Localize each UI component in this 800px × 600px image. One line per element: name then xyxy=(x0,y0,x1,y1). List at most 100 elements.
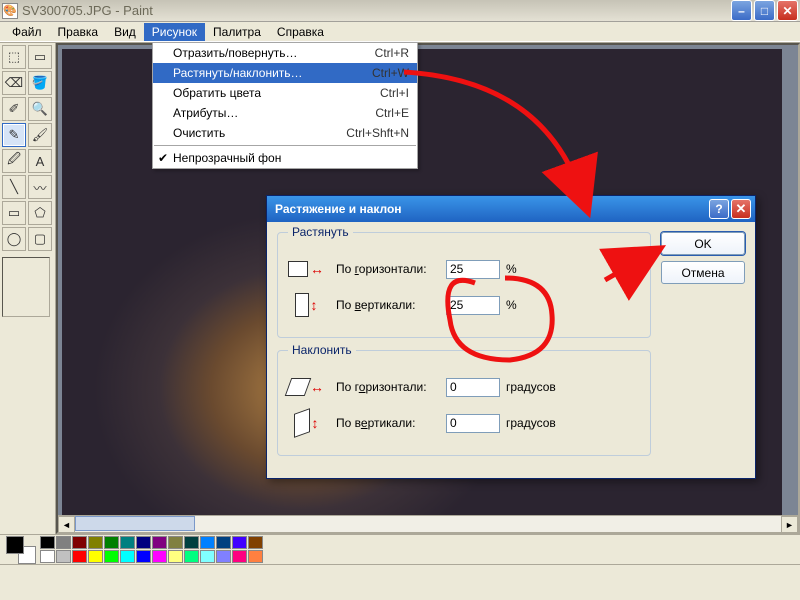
dialog-help-button[interactable]: ? xyxy=(709,199,729,219)
menu-image[interactable]: Рисунок xyxy=(144,23,205,41)
tool-12[interactable]: ▭ xyxy=(2,201,26,225)
maximize-button[interactable]: □ xyxy=(754,0,775,21)
color-swatch[interactable] xyxy=(200,550,215,563)
color-swatch[interactable] xyxy=(232,550,247,563)
tool-13[interactable]: ⬠ xyxy=(28,201,52,225)
color-swatch[interactable] xyxy=(56,536,71,549)
tool-2[interactable]: ⌫ xyxy=(2,71,26,95)
skew-vertical-input[interactable] xyxy=(446,414,500,433)
skew-horiz-label: По горизонтали: xyxy=(336,380,446,394)
tool-5[interactable]: 🔍 xyxy=(28,97,52,121)
color-swatch[interactable] xyxy=(120,550,135,563)
stretch-horizontal-input[interactable] xyxy=(446,260,500,279)
color-swatch[interactable] xyxy=(104,550,119,563)
tool-options xyxy=(2,257,50,317)
color-swatch[interactable] xyxy=(248,550,263,563)
tool-8[interactable]: 🖉 xyxy=(2,149,26,173)
menu-item-invert-colors[interactable]: Обратить цветаCtrl+I xyxy=(153,83,417,103)
color-swatch[interactable] xyxy=(152,550,167,563)
color-swatch[interactable] xyxy=(216,550,231,563)
stretch-legend: Растянуть xyxy=(288,225,353,239)
color-palette xyxy=(0,534,800,564)
skew-vertical-icon xyxy=(294,408,310,438)
tool-9[interactable]: A xyxy=(28,149,52,173)
tool-10[interactable]: ╲ xyxy=(2,175,26,199)
color-swatch[interactable] xyxy=(184,536,199,549)
color-swatch[interactable] xyxy=(40,536,55,549)
dialog-titlebar[interactable]: Растяжение и наклон ? ✕ xyxy=(267,196,755,222)
tool-1[interactable]: ▭ xyxy=(28,45,52,69)
dialog-close-button[interactable]: ✕ xyxy=(731,199,751,219)
color-swatch[interactable] xyxy=(104,536,119,549)
color-swatch[interactable] xyxy=(152,536,167,549)
status-bar xyxy=(0,564,800,584)
color-swatch[interactable] xyxy=(72,536,87,549)
skew-group: Наклонить ↔ По горизонтали: градусов ↕ П… xyxy=(277,350,651,456)
stretch-vert-label: По вертикали: xyxy=(336,298,446,312)
window-titlebar: 🎨 SV300705.JPG - Paint – □ ✕ xyxy=(0,0,800,22)
color-swatch[interactable] xyxy=(56,550,71,563)
fg-bg-indicator[interactable] xyxy=(6,536,36,564)
skew-legend: Наклонить xyxy=(288,343,356,357)
percent-unit: % xyxy=(506,298,517,312)
scroll-left-button[interactable]: ◄ xyxy=(58,516,75,533)
image-menu-dropdown: Отразить/повернуть…Ctrl+R Растянуть/накл… xyxy=(152,42,418,169)
color-swatch[interactable] xyxy=(136,550,151,563)
stretch-group: Растянуть ↔ По горизонтали: % ↕ По верти… xyxy=(277,232,651,338)
scroll-right-button[interactable]: ► xyxy=(781,516,798,533)
color-swatch[interactable] xyxy=(88,536,103,549)
stretch-horiz-label: По горизонтали: xyxy=(336,262,446,276)
menu-palette[interactable]: Палитра xyxy=(205,23,269,41)
color-swatch[interactable] xyxy=(136,536,151,549)
menu-item-stretch-skew[interactable]: Растянуть/наклонить…Ctrl+W xyxy=(153,63,417,83)
dialog-title: Растяжение и наклон xyxy=(271,202,707,216)
tool-4[interactable]: ✐ xyxy=(2,97,26,121)
menu-help[interactable]: Справка xyxy=(269,23,332,41)
color-swatch[interactable] xyxy=(184,550,199,563)
percent-unit: % xyxy=(506,262,517,276)
color-swatch[interactable] xyxy=(168,536,183,549)
menu-view[interactable]: Вид xyxy=(106,23,144,41)
tool-14[interactable]: ◯ xyxy=(2,227,26,251)
window-title: SV300705.JPG - Paint xyxy=(22,3,731,18)
menu-item-clear[interactable]: ОчиститьCtrl+Shft+N xyxy=(153,123,417,143)
tool-11[interactable]: 〰 xyxy=(28,175,52,199)
color-swatch[interactable] xyxy=(72,550,87,563)
ok-button[interactable]: OK xyxy=(661,232,745,255)
color-swatch[interactable] xyxy=(168,550,183,563)
color-swatch[interactable] xyxy=(248,536,263,549)
menu-file[interactable]: Файл xyxy=(4,23,50,41)
stretch-vertical-icon xyxy=(295,293,309,317)
menu-edit[interactable]: Правка xyxy=(50,23,107,41)
tool-7[interactable]: 🖌 xyxy=(28,123,52,147)
color-swatch[interactable] xyxy=(120,536,135,549)
color-swatch[interactable] xyxy=(40,550,55,563)
scroll-thumb[interactable] xyxy=(75,516,195,531)
minimize-button[interactable]: – xyxy=(731,0,752,21)
color-swatch[interactable] xyxy=(200,536,215,549)
color-swatch[interactable] xyxy=(232,536,247,549)
skew-vert-label: По вертикали: xyxy=(336,416,446,430)
menu-item-opaque-bg[interactable]: ✔Непрозрачный фон xyxy=(153,148,417,168)
tool-3[interactable]: 🪣 xyxy=(28,71,52,95)
horizontal-scrollbar[interactable]: ◄ ► xyxy=(58,515,798,532)
skew-horizontal-icon xyxy=(285,378,312,396)
stretch-horizontal-icon xyxy=(288,261,308,277)
menubar: Файл Правка Вид Рисунок Палитра Справка xyxy=(0,22,800,42)
stretch-vertical-input[interactable] xyxy=(446,296,500,315)
menu-item-attributes[interactable]: Атрибуты…Ctrl+E xyxy=(153,103,417,123)
stretch-skew-dialog: Растяжение и наклон ? ✕ Растянуть ↔ По г… xyxy=(266,195,756,479)
color-swatch[interactable] xyxy=(88,550,103,563)
degrees-unit: градусов xyxy=(506,416,556,430)
close-button[interactable]: ✕ xyxy=(777,0,798,21)
skew-horizontal-input[interactable] xyxy=(446,378,500,397)
cancel-button[interactable]: Отмена xyxy=(661,261,745,284)
app-icon: 🎨 xyxy=(2,3,18,19)
check-icon: ✔ xyxy=(158,151,168,165)
tool-6[interactable]: ✎ xyxy=(2,123,26,147)
menu-item-flip-rotate[interactable]: Отразить/повернуть…Ctrl+R xyxy=(153,43,417,63)
tool-15[interactable]: ▢ xyxy=(28,227,52,251)
tool-0[interactable]: ⬚ xyxy=(2,45,26,69)
color-swatch[interactable] xyxy=(216,536,231,549)
degrees-unit: градусов xyxy=(506,380,556,394)
